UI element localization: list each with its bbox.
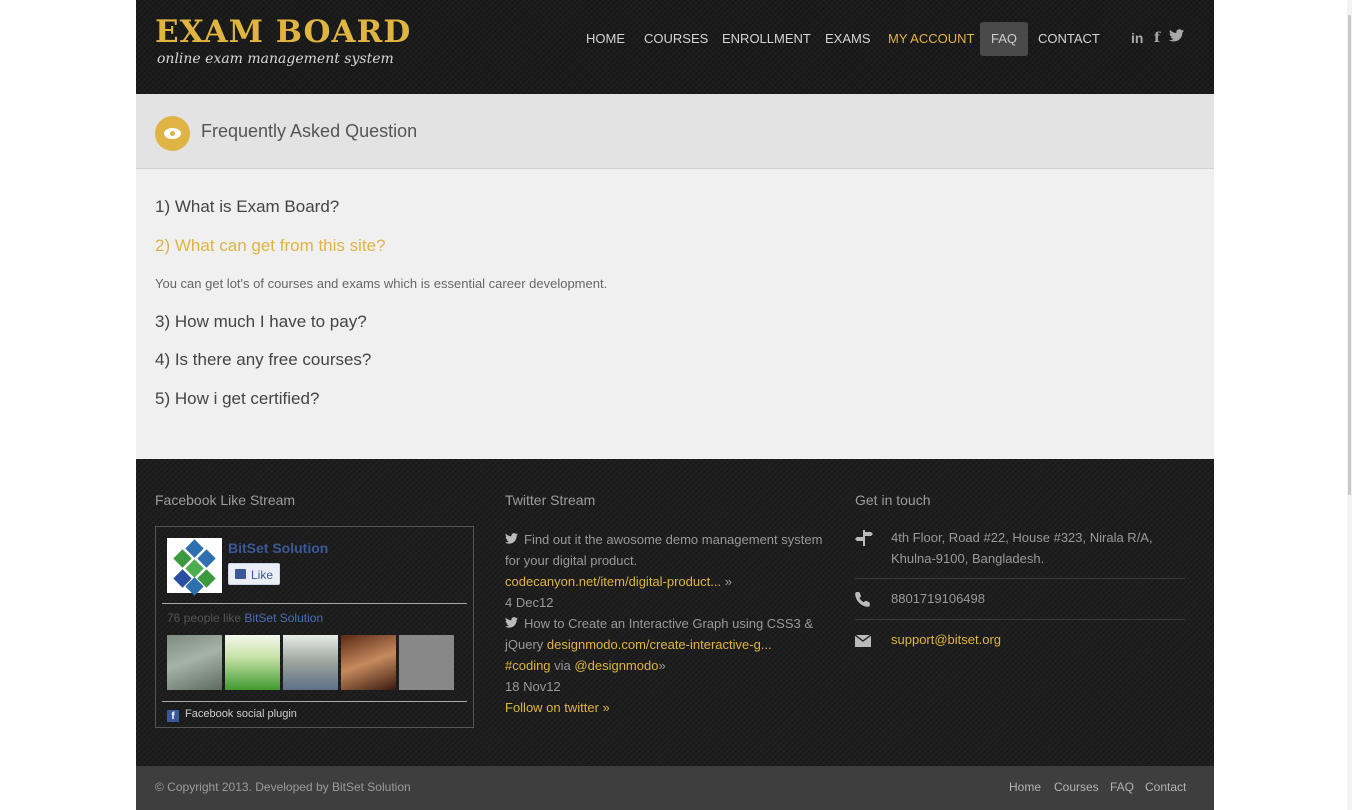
faq-question-2[interactable]: 2) What can get from this site? — [155, 236, 386, 256]
phone-number: 8801719106498 — [891, 591, 985, 606]
facebook-icon: f — [167, 710, 179, 722]
scrollbar-thumb[interactable] — [1348, 15, 1351, 495]
faq-answer-2: You can get lot's of courses and exams w… — [155, 276, 608, 291]
follow-on-twitter-link[interactable]: Follow on twitter » — [505, 697, 830, 718]
tweet-via: via — [554, 658, 571, 673]
linkedin-icon[interactable]: in — [1131, 30, 1143, 48]
site-footer: Facebook Like Stream Twitter Stream Get … — [136, 459, 1214, 766]
plugin-label: Facebook social plugin — [185, 708, 297, 720]
facebook-social-plugin[interactable]: f Facebook social plugin — [167, 708, 297, 722]
envelope-icon — [854, 632, 873, 648]
like-count-page-link[interactable]: BitSet Solution — [244, 611, 323, 625]
twitter-stream-heading: Twitter Stream — [505, 492, 596, 508]
email-link[interactable]: support@bitset.org — [891, 629, 1181, 650]
faq-content: 1) What is Exam Board? 2) What can get f… — [136, 169, 1214, 459]
twitter-bird-icon — [505, 615, 519, 628]
nav-faq[interactable]: FAQ — [980, 22, 1029, 56]
facebook-like-button[interactable]: Like — [228, 563, 280, 585]
like-label: Like — [251, 568, 274, 582]
facebook-icon[interactable]: f — [1154, 30, 1160, 48]
eye-icon — [155, 116, 190, 151]
tweet: Find out it the awosome demo management … — [505, 531, 823, 610]
copyright: © Copyright 2013. Developed by BitSet So… — [155, 780, 411, 794]
footer-link-faq[interactable]: FAQ — [1110, 780, 1134, 794]
tweet-link[interactable]: codecanyon.net/item/digital-product... — [505, 574, 721, 589]
tweet-hashtag[interactable]: #coding — [505, 658, 551, 673]
bitset-logo[interactable] — [167, 538, 222, 596]
nav-contact[interactable]: CONTACT — [1038, 22, 1100, 56]
tweet-date: 18 Nov12 — [505, 679, 561, 694]
logo-title[interactable]: EXAM BOARD — [155, 14, 411, 50]
facebook-like-count: 76 people like BitSet Solution — [167, 611, 323, 625]
nav-exams[interactable]: EXAMS — [825, 22, 871, 56]
divider — [162, 603, 467, 604]
contact-heading: Get in touch — [855, 492, 931, 508]
page-wrapper: EXAM BOARD online exam management system… — [136, 0, 1214, 810]
twitter-icon[interactable] — [1169, 29, 1184, 47]
twitter-bird-icon — [505, 531, 519, 544]
fan-avatar[interactable] — [283, 635, 338, 690]
twitter-stream: Find out it the awosome demo management … — [505, 529, 830, 718]
address-text: 4th Floor, Road #22, House #323, Nirala … — [891, 530, 1153, 566]
tweet-date: 4 Dec12 — [505, 595, 554, 610]
site-header: EXAM BOARD online exam management system… — [136, 0, 1214, 94]
footer-link-home[interactable]: Home — [1009, 780, 1041, 794]
phone-icon — [855, 591, 873, 607]
facebook-stream-heading: Facebook Like Stream — [155, 492, 296, 508]
tweet-text: Find out it the awosome demo management … — [505, 532, 823, 568]
scrollbar[interactable] — [1347, 0, 1352, 810]
facebook-page-name[interactable]: BitSet Solution — [228, 540, 328, 556]
divider — [855, 578, 1185, 579]
fan-avatar[interactable] — [167, 635, 222, 690]
faq-question-4[interactable]: 4) Is there any free courses? — [155, 350, 371, 370]
footer-link-contact[interactable]: Contact — [1145, 780, 1186, 794]
faq-question-3[interactable]: 3) How much I have to pay? — [155, 312, 367, 332]
signpost-icon — [855, 530, 873, 546]
footer-link-courses[interactable]: Courses — [1054, 780, 1099, 794]
faq-question-1[interactable]: 1) What is Exam Board? — [155, 197, 339, 217]
page-title: Frequently Asked Question — [201, 121, 418, 141]
divider — [162, 701, 467, 702]
facebook-like-box: BitSet Solution Like 76 people like BitS… — [155, 526, 474, 728]
nav-home[interactable]: HOME — [586, 22, 625, 56]
faq-question-5[interactable]: 5) How i get certified? — [155, 389, 319, 409]
like-count-text: 76 people like — [167, 611, 242, 625]
divider — [855, 619, 1185, 620]
page-title-bar: Frequently Asked Question — [136, 94, 1214, 169]
fan-avatar[interactable] — [225, 635, 280, 690]
bottom-bar: © Copyright 2013. Developed by BitSet So… — [136, 766, 1214, 810]
nav-courses[interactable]: COURSES — [644, 22, 708, 56]
fan-avatar[interactable] — [341, 635, 396, 690]
nav-my-account[interactable]: MY ACCOUNT — [888, 22, 974, 56]
tweet-link[interactable]: designmodo.com/create-interactive-g... — [547, 637, 772, 652]
tweet-handle[interactable]: @designmodo — [574, 658, 658, 673]
logo-subtitle: online exam management system — [157, 51, 394, 67]
tweet: How to Create an Interactive Graph using… — [505, 615, 814, 694]
thumbs-up-icon — [235, 569, 246, 579]
nav-enrollment[interactable]: ENROLLMENT — [722, 22, 811, 56]
fan-avatar[interactable] — [399, 635, 454, 690]
